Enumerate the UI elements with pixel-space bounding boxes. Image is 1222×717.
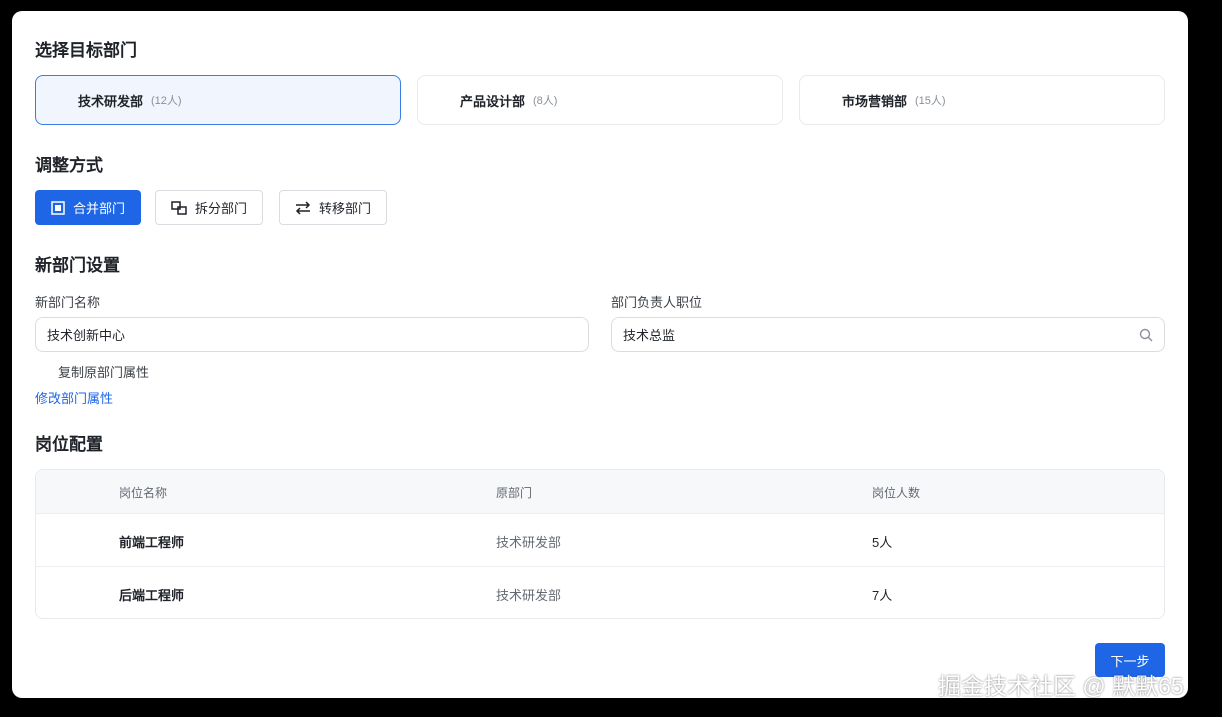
watermark: 掘金技术社区 @ 默默65 [938,673,1184,699]
dept-name: 市场营销部 [842,93,908,109]
section-title-select-dept: 选择目标部门 [35,41,137,60]
split-dept-button[interactable]: 拆分部门 [155,190,264,225]
split-icon [171,200,187,215]
split-dept-label: 拆分部门 [195,201,248,216]
cell-position-count: 7人 [872,588,893,603]
dept-name: 技术研发部 [78,93,144,109]
transfer-dept-label: 转移部门 [319,201,372,216]
leader-position-field[interactable] [611,317,1165,352]
dept-count: (12人) [151,95,182,107]
header-position-name: 岗位名称 [119,486,168,500]
header-origin-dept: 原部门 [496,486,533,500]
merge-icon [51,200,65,215]
copy-attrs-option[interactable]: 复制原部门属性 [58,362,149,381]
section-title-adjust-mode: 调整方式 [35,156,103,175]
position-table: 岗位名称 原部门 岗位人数 前端工程师 技术研发部 5人 后端工程师 技术研发部… [35,469,1165,619]
cell-position-count: 5人 [872,535,893,550]
cell-origin-dept: 技术研发部 [496,588,562,603]
header-position-count: 岗位人数 [872,486,921,500]
search-icon[interactable] [1139,328,1153,342]
leader-position-label: 部门负责人职位 [611,295,703,310]
dept-name: 产品设计部 [460,93,526,109]
section-title-position-config: 岗位配置 [35,435,103,454]
dept-name-field[interactable] [35,317,589,352]
table-header: 岗位名称 原部门 岗位人数 [36,470,1164,514]
merge-dept-button[interactable]: 合并部门 [35,190,142,225]
dept-card-marketing[interactable]: 市场营销部 (15人) [799,75,1165,125]
modify-attrs-link[interactable]: 修改部门属性 [35,388,113,407]
table-row[interactable]: 后端工程师 技术研发部 7人 [36,567,1164,618]
dept-name-input[interactable] [47,327,527,342]
transfer-dept-button[interactable]: 转移部门 [279,190,388,225]
leader-position-input[interactable] [623,327,1103,342]
table-row[interactable]: 前端工程师 技术研发部 5人 [36,514,1164,567]
dept-card-product[interactable]: 产品设计部 (8人) [417,75,783,125]
cell-position-name: 后端工程师 [119,588,185,603]
dept-count: (8人) [533,95,558,107]
section-title-new-dept: 新部门设置 [35,256,120,275]
dept-card-tech[interactable]: 技术研发部 (12人) [35,75,401,125]
cell-position-name: 前端工程师 [119,535,185,550]
dept-count: (15人) [915,95,946,107]
merge-dept-label: 合并部门 [73,201,126,216]
dept-name-label: 新部门名称 [35,295,101,310]
cell-origin-dept: 技术研发部 [496,535,562,550]
dialog-card: 选择目标部门 技术研发部 (12人) 产品设计部 (8人) 市场营销部 (15人… [12,11,1188,698]
transfer-icon [295,200,311,215]
